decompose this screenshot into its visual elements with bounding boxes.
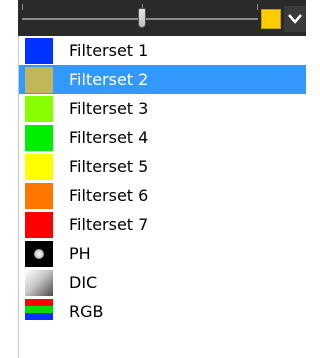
filterset-dropdown-button[interactable] xyxy=(284,6,306,32)
menu-item-label: Filterset 7 xyxy=(69,215,149,234)
menu-item-label: Filterset 4 xyxy=(69,128,149,147)
menu-item-label: PH xyxy=(69,244,91,263)
slider-tick xyxy=(257,4,258,10)
menu-item-label: DIC xyxy=(69,273,98,292)
dic-icon xyxy=(25,270,53,296)
intensity-slider-thumb[interactable] xyxy=(138,8,146,28)
menu-item-label: Filterset 5 xyxy=(69,157,149,176)
orange-swatch-icon xyxy=(25,183,53,209)
filterset-dropdown-list: Filterset 1 Filterset 2 Filterset 3 Filt… xyxy=(18,36,306,358)
menu-item-ph[interactable]: PH xyxy=(19,239,306,268)
blue-swatch-icon xyxy=(25,38,53,64)
toolbar xyxy=(18,0,306,36)
menu-item-label: Filterset 6 xyxy=(69,186,149,205)
menu-item-filterset-7[interactable]: Filterset 7 xyxy=(19,210,306,239)
chevron-down-icon xyxy=(288,14,302,24)
menu-item-label: RGB xyxy=(69,302,104,321)
menu-item-dic[interactable]: DIC xyxy=(19,268,306,297)
menu-item-label: Filterset 2 xyxy=(69,70,149,89)
menu-item-filterset-1[interactable]: Filterset 1 xyxy=(19,36,306,65)
olive-swatch-icon xyxy=(25,67,53,93)
red-swatch-icon xyxy=(25,212,53,238)
slider-tick xyxy=(22,4,23,10)
yellow-swatch-icon xyxy=(25,154,53,180)
menu-item-filterset-4[interactable]: Filterset 4 xyxy=(19,123,306,152)
menu-item-label: Filterset 1 xyxy=(69,41,149,60)
menu-item-label: Filterset 3 xyxy=(69,99,149,118)
menu-item-filterset-6[interactable]: Filterset 6 xyxy=(19,181,306,210)
menu-item-filterset-5[interactable]: Filterset 5 xyxy=(19,152,306,181)
green-swatch-icon xyxy=(25,125,53,151)
phase-contrast-icon xyxy=(25,241,53,267)
rgb-icon xyxy=(25,299,53,325)
menu-item-filterset-2[interactable]: Filterset 2 xyxy=(19,65,306,94)
menu-item-filterset-3[interactable]: Filterset 3 xyxy=(19,94,306,123)
selected-color-swatch[interactable] xyxy=(261,9,281,29)
menu-item-rgb[interactable]: RGB xyxy=(19,297,306,326)
lime-swatch-icon xyxy=(25,96,53,122)
